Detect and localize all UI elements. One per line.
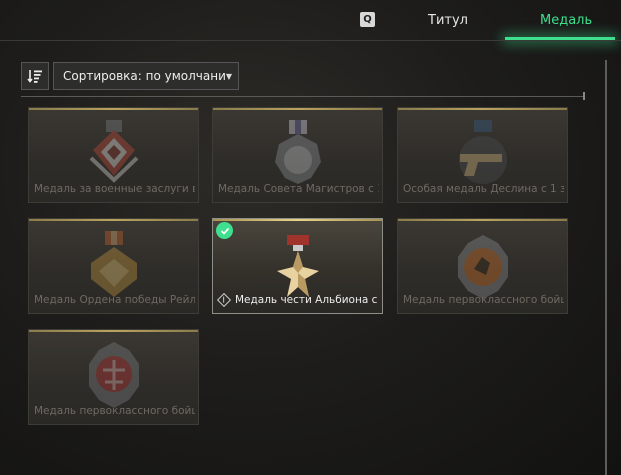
top-tab-bar: Q Титул Медаль — [0, 0, 621, 42]
medal-name: Медаль первоклассного бойц — [34, 405, 195, 417]
sort-dropdown-label: Сортировка: по умолчани — [63, 69, 226, 83]
medal-card[interactable]: Медаль Ордена победы Рейли — [28, 218, 199, 314]
medal-name: Медаль за военные заслуги во — [34, 183, 195, 195]
medal-card[interactable]: Медаль первоклассного бойц — [28, 329, 199, 425]
sort-icon — [27, 70, 42, 83]
medal-card[interactable]: Медаль Совета Магистров с 1 — [212, 107, 383, 203]
medal-name: Медаль чести Альбиона с 1 — [235, 294, 379, 306]
section-divider — [21, 96, 585, 97]
medal-name: Особая медаль Деслина с 1 зв — [403, 183, 564, 195]
victory-order-medal-icon — [90, 231, 137, 297]
info-diamond-icon[interactable] — [216, 292, 232, 308]
medal-card-equipped[interactable]: Медаль чести Альбиона с 1 — [212, 218, 383, 314]
first-class-fighter-medal-icon — [457, 235, 508, 299]
medal-name: Медаль Ордена победы Рейли — [34, 294, 195, 306]
sort-dropdown[interactable]: Сортировка: по умолчани ▼ — [53, 62, 239, 90]
first-class-fighter-red-medal-icon — [88, 342, 139, 408]
divider-end-mark — [583, 92, 585, 100]
medal-card[interactable]: Особая медаль Деслина с 1 зв — [397, 107, 568, 203]
tab-medal[interactable]: Медаль — [540, 13, 592, 28]
medal-card[interactable]: Медаль первоклассного бойц — [397, 218, 568, 314]
medal-card[interactable]: Медаль за военные заслуги во — [28, 107, 199, 203]
scrollbar[interactable] — [605, 60, 607, 475]
medal-name: Медаль Совета Магистров с 1 — [218, 183, 379, 195]
magisters-council-medal-icon — [274, 120, 321, 184]
military-merit-medal-icon — [89, 120, 138, 183]
equipped-check-icon — [216, 222, 233, 239]
sort-order-button[interactable] — [21, 62, 49, 90]
albion-honor-medal-icon — [276, 235, 319, 297]
deslin-special-medal-icon — [458, 120, 507, 184]
tab-bar-divider — [0, 40, 621, 41]
tab-title[interactable]: Титул — [428, 13, 468, 28]
q-key-hint: Q — [360, 12, 375, 27]
chevron-down-icon: ▼ — [225, 72, 232, 81]
medal-name: Медаль первоклассного бойц — [403, 294, 564, 306]
